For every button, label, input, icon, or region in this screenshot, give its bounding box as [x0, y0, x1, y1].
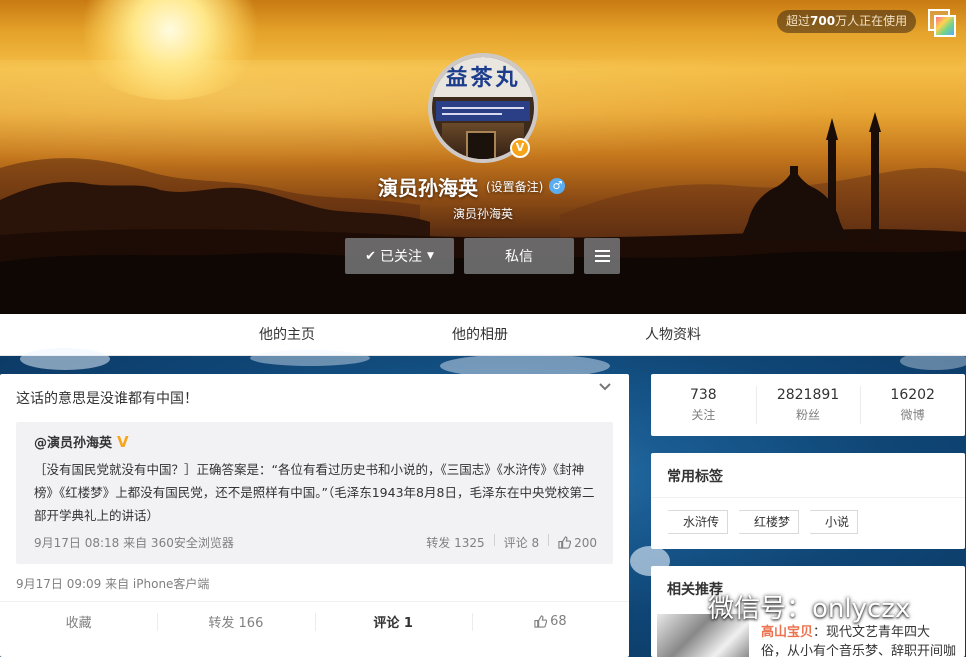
profile-name-row: 演员孙海英 (设置备注) ♂ — [378, 171, 566, 201]
repost-button[interactable]: 转发 166 — [157, 602, 314, 641]
set-remark-link[interactable]: (设置备注) — [486, 178, 543, 195]
hamburger-icon — [594, 250, 610, 252]
tag-item[interactable]: 红楼梦 — [739, 510, 800, 534]
more-menu-button[interactable] — [584, 238, 620, 274]
tag-item[interactable]: 小说 — [810, 510, 859, 534]
stat-following[interactable]: 738 关注 — [651, 374, 756, 436]
profile-subname: 演员孙海英 — [452, 207, 513, 221]
thumbs-up-icon — [534, 615, 548, 628]
verified-icon: V — [117, 432, 129, 451]
profile-cover: 超过700万人正在使用 益茶丸 V 演员孙海英 (设置备注) ♂ 演员孙海英 ✔… — [0, 0, 966, 314]
following-button[interactable]: ✔ 已关注 ▼ — [345, 238, 454, 274]
tags-title: 常用标签 — [667, 469, 723, 485]
verified-badge-icon: V — [510, 138, 530, 158]
profile-name: 演员孙海英 — [378, 175, 478, 200]
stat-posts[interactable]: 16202 微博 — [860, 374, 965, 436]
post-actions: 收藏 转发 166 评论 1 68 — [0, 601, 629, 641]
quoted-like-count: 200 — [574, 535, 597, 550]
stat-followers[interactable]: 2821891 粉丝 — [755, 374, 861, 436]
recommend-text: ：现代文艺青年四大 — [813, 625, 931, 640]
quoted-post: @演员孙海英 V ［没有国民党就没有中国？］正确答案是：“各位有看过历史书和小说… — [16, 422, 613, 564]
profile-nav: 他的主页 他的相册 人物资料 — [0, 314, 966, 356]
tab-profile-info[interactable]: 人物资料 — [645, 314, 701, 356]
recommend-user-link[interactable]: 高山宝贝 — [761, 625, 813, 640]
post-text: 这话的意思是没谁都有中国！ — [16, 391, 198, 407]
quoted-text: ［没有国民党就没有中国？］正确答案是：“各位有看过历史书和小说的，《三国志》《水… — [34, 462, 595, 523]
skin-template-icon[interactable] — [928, 9, 956, 37]
quoted-repost-link[interactable]: 转发 1325 — [426, 534, 484, 551]
check-icon: ✔ — [365, 248, 376, 264]
quoted-meta: 9月17日 08:18 来自 360安全浏览器 — [34, 536, 234, 550]
tab-album[interactable]: 他的相册 — [452, 314, 508, 356]
favorite-button[interactable]: 收藏 — [0, 602, 157, 641]
chevron-down-icon[interactable] — [598, 380, 612, 394]
profile-stats: 738 关注 2821891 粉丝 16202 微博 — [651, 374, 965, 436]
caret-down-icon: ▼ — [426, 251, 434, 261]
tag-item[interactable]: 水浒传 — [668, 510, 729, 534]
like-button[interactable]: 68 — [471, 602, 629, 641]
user-count-badge: 超过700万人正在使用 — [777, 10, 917, 33]
quoted-stats: 转发 1325 评论 8 200 — [426, 534, 597, 551]
recommend-text-2: 俗，从小有个音乐梦、辞职开间咖 — [761, 644, 957, 657]
post-meta: 9月17日 09:09 来自 iPhone客户端 — [16, 577, 210, 591]
thumbs-up-icon — [558, 536, 572, 549]
feed-card: 这话的意思是没谁都有中国！ @演员孙海英 V ［没有国民党就没有中国？］正确答案… — [0, 374, 629, 657]
quoted-comment-link[interactable]: 评论 8 — [504, 534, 539, 551]
male-icon: ♂ — [549, 178, 566, 194]
comment-button[interactable]: 评论 1 — [314, 602, 472, 641]
like-count: 68 — [550, 614, 567, 629]
avatar-shop-sign: 益茶丸 — [432, 57, 534, 97]
quoted-like-button[interactable]: 200 — [558, 534, 597, 551]
quoted-user-link[interactable]: @演员孙海英 — [34, 432, 112, 451]
watermark: 微信号：onlyczx — [708, 594, 911, 624]
common-tags-box: 常用标签 水浒传 红楼梦 小说 — [651, 453, 965, 549]
following-label: 已关注 — [379, 249, 422, 265]
message-button[interactable]: 私信 — [464, 238, 574, 274]
